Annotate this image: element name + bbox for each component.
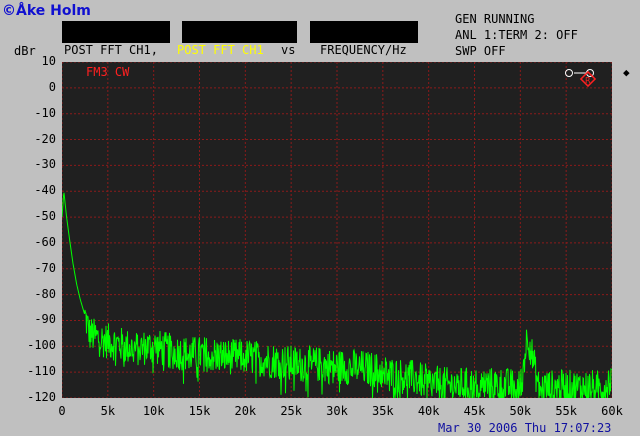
y-tick-label: -20 (34, 131, 56, 146)
x-tick-label: 5k (100, 404, 116, 418)
y-tick-label: -50 (34, 209, 56, 224)
y-tick-label: -30 (34, 157, 56, 172)
x-tick-label: 10k (142, 404, 165, 418)
scroll-knob-icon[interactable]: ◆ (623, 66, 630, 79)
y-tick-label: -70 (34, 260, 56, 275)
readout-box-2[interactable] (182, 21, 297, 43)
y-axis-channel-a: POST FFT CH1, (64, 43, 158, 57)
fft-chart: FM3 CW R (61, 61, 613, 400)
x-tick-label: 45k (463, 404, 486, 418)
author-credit: ©Åke Holm (2, 3, 91, 19)
y-tick-label: -40 (34, 183, 56, 198)
analyzer-status: ANL 1:TERM 2: OFF (455, 28, 578, 42)
sweep-status: SWP OFF (455, 44, 506, 58)
x-tick-label: 55k (555, 404, 577, 418)
readout-box-1[interactable] (62, 21, 170, 43)
vs-label: vs (281, 43, 296, 57)
generator-status: GEN RUNNING (455, 12, 535, 26)
x-tick-label: 0 (58, 404, 66, 418)
x-tick-label: 25k (280, 404, 302, 418)
y-tick-label: -100 (27, 338, 56, 353)
y-tick-label: -60 (34, 234, 56, 249)
y-tick-label: -80 (34, 286, 56, 301)
cursor-marker-icon[interactable]: R (565, 69, 597, 88)
y-tick-label: -120 (27, 390, 56, 404)
x-tick-label: 20k (234, 404, 257, 418)
x-tick-label: 15k (188, 404, 211, 418)
y-tick-label: 0 (48, 79, 56, 94)
y-axis-channel-b: POST FFT CH1 (177, 43, 264, 57)
readout-box-3[interactable] (310, 21, 418, 43)
x-tick-label: 30k (326, 404, 348, 418)
timestamp: Mar 30 2006 Thu 17:07:23 (438, 421, 612, 435)
y-tick-label: 10 (41, 54, 56, 68)
y-tick-label: -90 (34, 312, 56, 327)
y-tick-label: -110 (27, 364, 56, 379)
x-tick-label: 50k (509, 404, 532, 418)
plot-area[interactable]: FM3 CW R (61, 61, 613, 400)
x-tick-label: 40k (417, 404, 440, 418)
y-tick-label: -10 (34, 105, 56, 120)
x-tick-label: 35k (371, 404, 394, 418)
x-tick-label: 60k (601, 404, 623, 418)
svg-text:R: R (585, 76, 591, 85)
x-axis-quantity: FREQUENCY/Hz (320, 43, 407, 57)
trace-label: FM3 CW (86, 65, 130, 79)
